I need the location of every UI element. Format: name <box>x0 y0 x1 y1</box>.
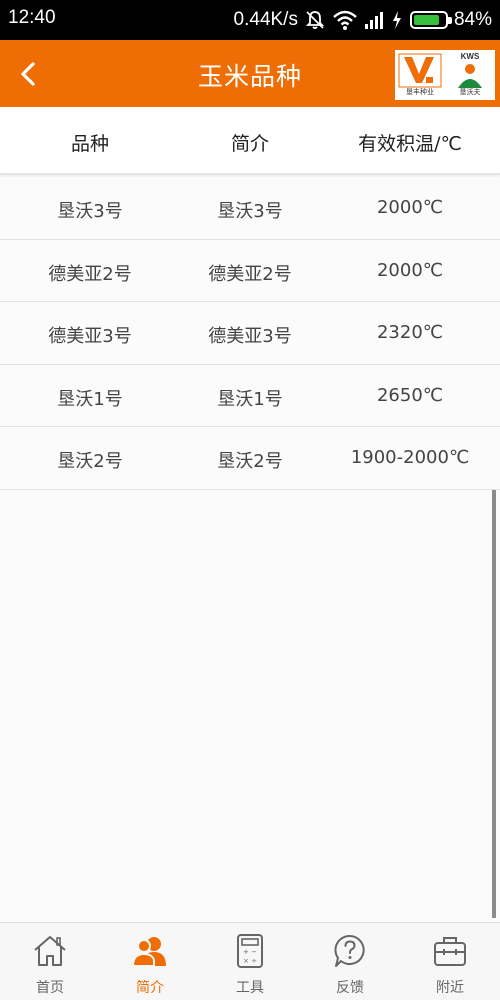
kenfeng-k-logo-icon <box>398 53 442 88</box>
intro-cell: 德美亚3号 <box>208 326 292 347</box>
temperature-cell: 2650℃ <box>376 384 444 406</box>
temperature-cell: 2000℃ <box>376 259 444 281</box>
calculator-icon: + − × ÷ <box>237 934 263 968</box>
variety-cell: 垦沃2号 <box>57 451 123 472</box>
variety-list: 垦沃3号 垦沃3号 2000℃ 德美亚2号 德美亚2号 2000℃ 德美亚3号 … <box>0 177 500 490</box>
nav-label-nearby: 附近 <box>436 980 464 996</box>
app-header: 玉米品种 垦丰种业 KWS 垦沃夫 <box>0 40 500 107</box>
briefcase-icon <box>434 937 466 966</box>
battery-percent: 84% <box>453 9 492 30</box>
table-row[interactable]: 垦沃2号 垦沃2号 1900-2000℃ <box>0 427 500 490</box>
column-header-temperature: 有效积温/℃ <box>358 133 462 155</box>
temperature-cell: 2320℃ <box>376 322 444 343</box>
battery-icon <box>409 11 452 29</box>
status-icons: 0.44K/s 84% <box>234 6 492 34</box>
mute-bell-icon <box>305 11 325 29</box>
table-header: 品种 简介 有效积温/℃ <box>0 107 500 175</box>
bottom-nav: 首页 简介 + − × ÷ 工具 反馈 附近 <box>0 922 500 1000</box>
nav-item-home[interactable]: 首页 <box>0 923 100 1000</box>
nav-item-nearby[interactable]: 附近 <box>400 923 500 1000</box>
kws-logo-text: KWS <box>460 52 480 61</box>
battery-fill <box>413 15 440 25</box>
battery-nub <box>447 17 452 24</box>
question-icon <box>334 934 365 967</box>
table-row[interactable]: 垦沃1号 垦沃1号 2650℃ <box>0 364 500 427</box>
column-header-intro: 简介 <box>230 133 269 155</box>
variety-cell: 德美亚2号 <box>48 263 132 285</box>
kws-logo: KWS 垦沃夫 <box>445 50 495 100</box>
home-icon <box>34 936 66 966</box>
intro-cell: 德美亚2号 <box>208 263 292 285</box>
nav-item-feedback[interactable]: 反馈 <box>300 923 400 1000</box>
table-row[interactable]: 垦沃3号 垦沃3号 2000℃ <box>0 177 500 240</box>
signal-icon <box>364 12 383 29</box>
variety-cell: 德美亚3号 <box>48 326 132 347</box>
temperature-cell: 1900-2000℃ <box>350 447 470 468</box>
nav-label-feedback: 反馈 <box>336 980 364 996</box>
svg-text:+ −: + − <box>243 948 257 956</box>
nav-item-intro[interactable]: 简介 <box>100 923 200 1000</box>
svg-text:× ÷: × ÷ <box>243 957 257 965</box>
kenfeng-logo: 垦丰种业 <box>395 50 445 100</box>
nav-label-home: 首页 <box>36 980 64 996</box>
nav-label-tools: 工具 <box>236 980 264 996</box>
column-header-variety: 品种 <box>70 133 109 155</box>
wifi-icon <box>333 10 357 30</box>
kenfeng-logo-caption: 垦丰种业 <box>406 88 434 96</box>
nav-label-intro: 简介 <box>136 980 164 996</box>
table-row[interactable]: 德美亚3号 德美亚3号 2320℃ <box>0 302 500 365</box>
intro-cell: 垦沃2号 <box>217 451 283 472</box>
intro-cell: 垦沃1号 <box>217 388 283 410</box>
status-time: 12:40 <box>8 7 56 28</box>
variety-cell: 垦沃1号 <box>57 388 123 410</box>
charging-icon <box>392 11 401 29</box>
scrollbar[interactable] <box>492 490 496 918</box>
variety-cell: 垦沃3号 <box>57 201 123 222</box>
nav-item-tools[interactable]: + − × ÷ 工具 <box>200 923 300 1000</box>
temperature-cell: 2000℃ <box>376 197 444 218</box>
intro-cell: 垦沃3号 <box>217 201 283 222</box>
table-row[interactable]: 德美亚2号 德美亚2号 2000℃ <box>0 239 500 302</box>
users-icon <box>132 937 166 967</box>
kws-logo-caption: 垦沃夫 <box>459 88 481 96</box>
status-bar: 12:40 0.44K/s 84% <box>0 0 500 40</box>
app-screen: 12:40 0.44K/s 84% 玉米品种 垦丰种业 KWS 垦沃夫 品种 简… <box>0 0 500 1000</box>
network-speed: 0.44K/s <box>233 9 298 30</box>
